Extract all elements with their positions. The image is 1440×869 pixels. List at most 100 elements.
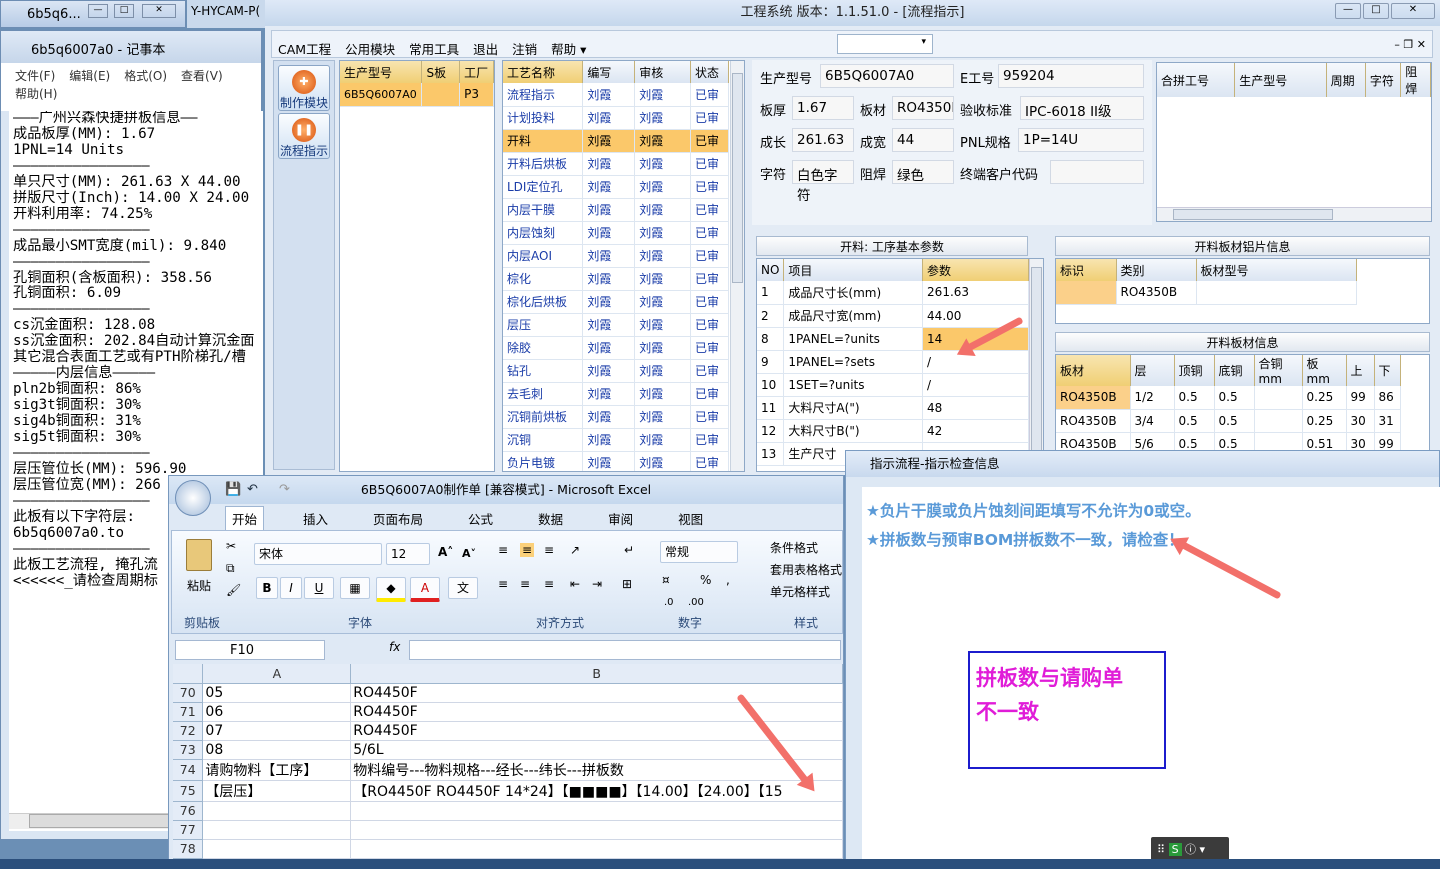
menu-file[interactable]: 文件(F) xyxy=(15,69,55,83)
row-number[interactable]: 75 xyxy=(173,780,204,802)
menu-logout[interactable]: 注销 xyxy=(512,39,537,58)
cell[interactable] xyxy=(202,839,352,859)
col-header-b[interactable]: B xyxy=(350,664,843,684)
col-reviewer[interactable]: 审核 xyxy=(634,61,692,83)
nav-process-guide[interactable]: ❚❚ 流程指示 xyxy=(278,113,330,159)
row-number[interactable]: 78 xyxy=(173,839,204,859)
cell[interactable]: RO4450F xyxy=(350,702,843,722)
mat-col[interactable]: 上 xyxy=(1346,355,1375,386)
param-row[interactable]: 2 成品尺寸宽(mm) 44.00 xyxy=(757,304,1029,328)
param-row[interactable]: 1 成品尺寸长(mm) 261.63 xyxy=(757,281,1029,305)
wrap-text-icon[interactable]: ↵ xyxy=(624,543,634,557)
office-button[interactable] xyxy=(175,480,211,516)
format-painter-icon[interactable]: 🖌 xyxy=(226,583,241,597)
process-row[interactable]: 计划投料 刘霞 刘霞 已审 xyxy=(503,106,729,130)
redo-icon[interactable]: ↷ xyxy=(279,482,290,497)
tab-insert[interactable]: 插入 xyxy=(297,507,334,530)
cell[interactable]: 05 xyxy=(202,683,352,703)
cell[interactable]: 请购物料【工序】 xyxy=(202,759,352,781)
cell[interactable]: 07 xyxy=(202,721,352,741)
indent-increase-icon[interactable]: ⇥ xyxy=(592,577,602,591)
menu-help[interactable]: 帮助 xyxy=(551,39,576,58)
taskbar-item-cam[interactable]: Y-HYCAM-P( xyxy=(187,0,267,28)
sheet-row[interactable]: 72 07 RO4450F xyxy=(173,721,843,741)
col-type[interactable]: 类别 xyxy=(1116,259,1197,281)
menu-tools[interactable]: 常用工具 xyxy=(409,39,459,58)
col-mark[interactable]: 标识 xyxy=(1056,259,1117,281)
process-row[interactable]: 钻孔 刘霞 刘霞 已审 xyxy=(503,359,729,383)
param-row[interactable]: 11 大料尺寸A(") 48 xyxy=(757,396,1029,420)
cell[interactable]: RO4450F xyxy=(350,683,843,703)
align-middle-icon[interactable]: ≡ xyxy=(520,543,535,557)
tab-formula[interactable]: 公式 xyxy=(462,507,499,530)
sheet-row[interactable]: 78 xyxy=(173,839,843,859)
sheet-row[interactable]: 76 xyxy=(173,801,843,821)
process-row[interactable]: 内层AOI 刘霞 刘霞 已审 xyxy=(503,244,729,268)
field-thick[interactable]: 1.67 xyxy=(792,96,854,120)
sheet-row[interactable]: 77 xyxy=(173,820,843,840)
field-model[interactable]: 6B5Q6007A0 xyxy=(820,64,954,88)
field-char[interactable]: 白色字符 xyxy=(792,160,854,204)
field-mask[interactable]: 绿色 xyxy=(892,160,954,184)
menu-exit[interactable]: 退出 xyxy=(473,39,498,58)
cell[interactable]: 【RO4450F RO4450F 14*24】【■■■■】【14.00】【24.… xyxy=(350,780,843,802)
cell[interactable] xyxy=(202,820,352,840)
window-close-button[interactable]: ✕ xyxy=(142,4,176,18)
cell[interactable] xyxy=(202,801,352,821)
field-mat[interactable]: RO4350B xyxy=(892,96,954,120)
align-bottom-icon[interactable]: ≡ xyxy=(544,543,554,557)
col-writer[interactable]: 编写 xyxy=(582,61,636,83)
name-box[interactable]: F10 xyxy=(175,640,325,660)
field-eng[interactable]: 959204 xyxy=(998,64,1144,88)
mat-col[interactable]: 顶铜 xyxy=(1174,355,1215,386)
fill-color-button[interactable]: ◆ xyxy=(376,577,406,602)
col-item[interactable]: 项目 xyxy=(783,259,924,281)
tab-home[interactable]: 开始 xyxy=(225,506,265,530)
row-number[interactable]: 76 xyxy=(173,801,204,821)
col-factory[interactable]: 工厂 xyxy=(459,61,494,83)
cell[interactable] xyxy=(350,839,843,859)
ime-toolbar[interactable]: ⠿ S ⓘ ▾ xyxy=(1151,837,1229,861)
window-max-button[interactable]: □ xyxy=(114,4,134,18)
param-row[interactable]: 9 1PANEL=?sets / xyxy=(757,350,1029,374)
mat-col[interactable]: 底铜 xyxy=(1214,355,1255,386)
cell[interactable]: 5/6L xyxy=(350,740,843,760)
params-vscrollbar[interactable] xyxy=(1029,259,1043,471)
col-sboard[interactable]: S板 xyxy=(421,61,461,83)
col-status[interactable]: 状态 xyxy=(690,61,729,83)
process-row[interactable]: 沉铜 刘霞 刘霞 已审 xyxy=(503,428,729,452)
mat-col[interactable]: 合铜mm xyxy=(1254,355,1303,386)
cell-style-button[interactable]: 单元格样式 xyxy=(770,583,830,600)
process-row[interactable]: LDI定位孔 刘霞 刘霞 已审 xyxy=(503,175,729,199)
col-merge-model[interactable]: 生产型号 xyxy=(1234,63,1327,97)
merge-cells-icon[interactable]: ⊞ xyxy=(622,577,632,591)
mat-row[interactable]: RO4350B 1/2 0.5 0.5 0.25 99 86 xyxy=(1056,386,1401,410)
save-icon[interactable]: 💾 xyxy=(225,482,241,497)
cell[interactable] xyxy=(350,801,843,821)
cam-min-button[interactable]: — xyxy=(1335,3,1361,19)
process-row[interactable]: 棕化 刘霞 刘霞 已审 xyxy=(503,267,729,291)
row-number[interactable]: 77 xyxy=(173,820,204,840)
process-row[interactable]: 除胶 刘霞 刘霞 已审 xyxy=(503,336,729,360)
mat-col[interactable]: 层 xyxy=(1130,355,1175,386)
comma-icon[interactable]: , xyxy=(726,573,730,587)
process-row[interactable]: 棕化后烘板 刘霞 刘霞 已审 xyxy=(503,290,729,314)
formula-bar[interactable] xyxy=(409,640,841,660)
align-right-icon[interactable]: ≡ xyxy=(544,577,554,591)
menu-view[interactable]: 查看(V) xyxy=(181,69,223,83)
process-row[interactable]: 开料 刘霞 刘霞 已审 xyxy=(503,129,729,153)
field-wid[interactable]: 44 xyxy=(892,128,954,152)
cell[interactable]: 08 xyxy=(202,740,352,760)
window-min-button[interactable]: — xyxy=(88,4,108,18)
border-button[interactable]: ▦ xyxy=(340,577,370,599)
currency-icon[interactable]: ¤ xyxy=(662,573,670,587)
field-cust[interactable] xyxy=(1050,160,1144,184)
table-row[interactable]: 6B5Q6007A0 P3 xyxy=(340,83,494,107)
align-center-icon[interactable]: ≡ xyxy=(520,577,530,591)
menu-cam[interactable]: CAM工程 xyxy=(278,39,331,58)
tab-layout[interactable]: 页面布局 xyxy=(367,507,429,530)
number-format-select[interactable]: 常规 xyxy=(660,541,738,563)
col-process[interactable]: 工艺名称 xyxy=(503,61,584,83)
cam-close-button[interactable]: ✕ xyxy=(1391,3,1435,19)
font-color-button[interactable]: A xyxy=(410,577,440,602)
